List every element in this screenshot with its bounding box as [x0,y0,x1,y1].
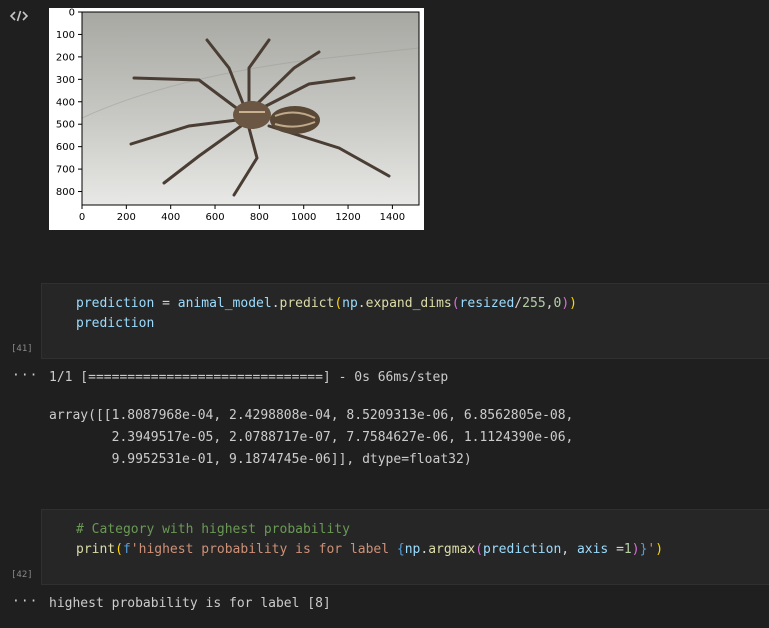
x-tick-label: 600 [205,212,224,223]
code-cell-42[interactable]: # Category with highest probability prin… [41,509,769,585]
spider-abdomen [270,106,320,134]
image-plot-figure: 0 100 200 300 400 500 600 700 800 0 200 400 600 800 1… [49,8,424,230]
execution-count-41: [41] [11,344,33,354]
x-tick-label: 1000 [291,212,316,223]
code-line-print[interactable]: print(f'highest probability is for label… [76,542,663,557]
image-plot-svg: 0 100 200 300 400 500 600 700 800 0 200 400 600 800 1… [56,8,420,223]
print-output: highest probability is for label [8] [49,596,331,611]
code-brackets-icon[interactable] [9,9,32,25]
y-tick-label: 300 [56,75,75,86]
x-tick-label: 200 [117,212,136,223]
x-tick-label: 0 [79,212,85,223]
y-tick-label: 100 [56,30,75,41]
x-tick-label: 400 [161,212,180,223]
output-more-icon[interactable]: ··· [12,368,38,383]
y-tick-label: 800 [56,187,75,198]
y-tick-label: 600 [56,142,75,153]
y-tick-label: 500 [56,120,75,131]
output-more-icon[interactable]: ··· [12,594,38,609]
y-tick-label: 700 [56,165,75,176]
code-line-predict[interactable]: prediction = animal_model.predict(np.exp… [76,296,577,311]
array-output-line: 9.9952531e-01, 9.1874745e-06]], dtype=fl… [49,452,472,467]
code-cell-41[interactable]: prediction = animal_model.predict(np.exp… [41,283,769,359]
x-tick-label: 1400 [380,212,405,223]
progress-output: 1/1 [==============================] - 0… [49,370,449,385]
x-tick-label: 800 [250,212,269,223]
code-comment[interactable]: # Category with highest probability [76,522,350,537]
y-tick-label: 0 [69,8,75,19]
execution-count-42: [42] [11,570,33,580]
spider-cephalothorax [233,101,271,129]
x-tick-label: 1200 [335,212,360,223]
y-tick-label: 200 [56,52,75,63]
y-tick-label: 400 [56,97,75,108]
code-line-prediction[interactable]: prediction [76,316,154,331]
array-output-line: array([[1.8087968e-04, 2.4298808e-04, 8.… [49,408,574,423]
array-output-line: 2.3949517e-05, 2.0788717e-07, 7.7584627e… [49,430,574,445]
